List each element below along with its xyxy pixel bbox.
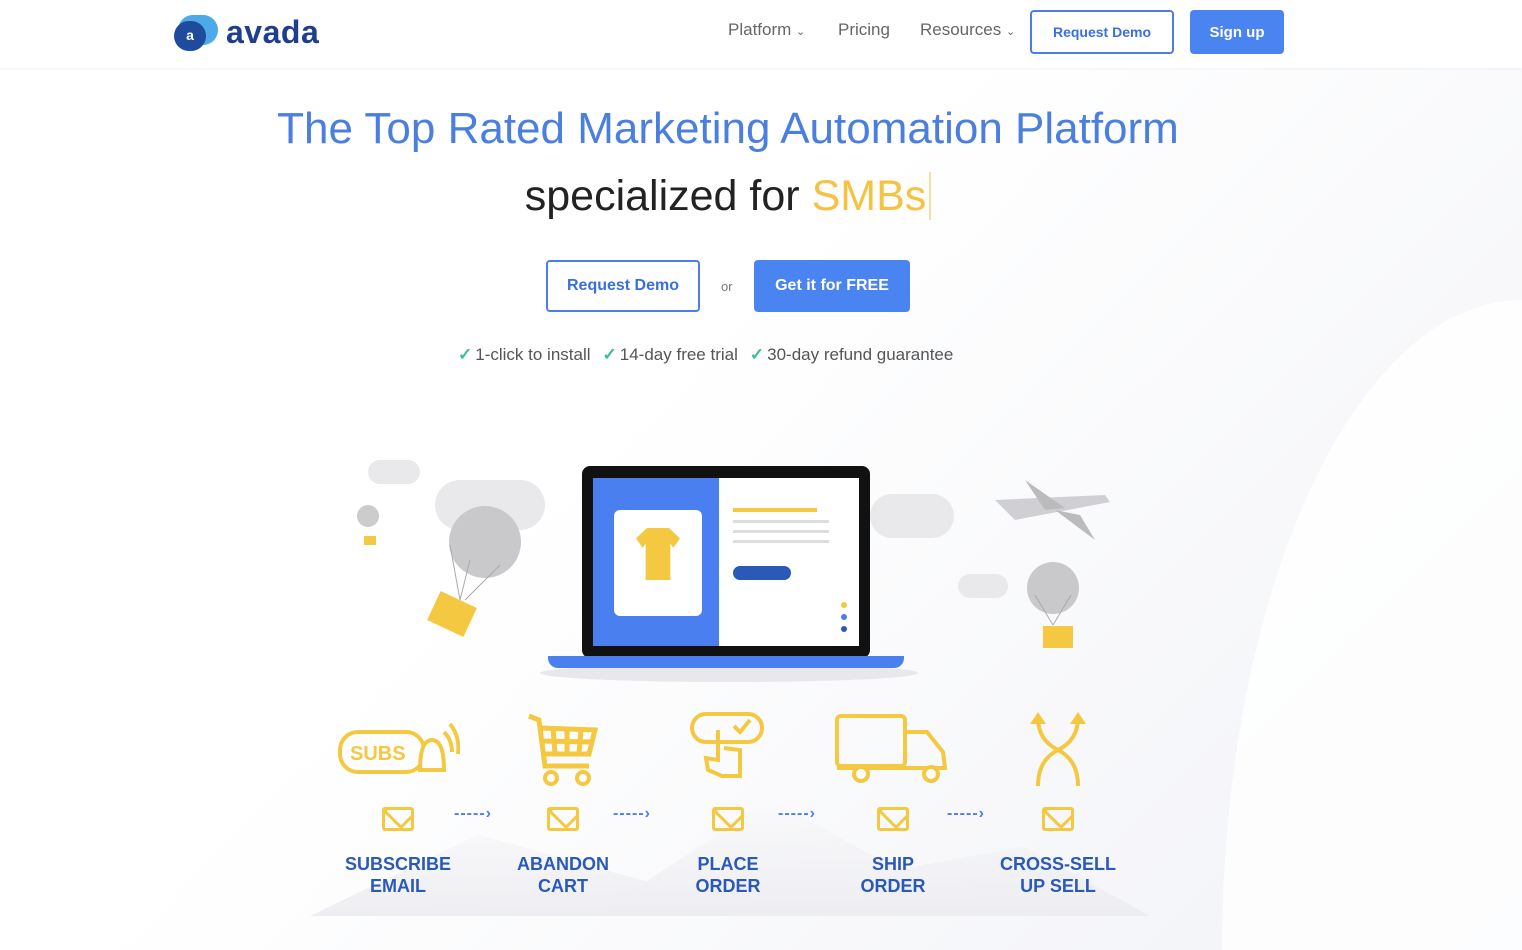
logo-cloud-icon: a <box>174 14 218 51</box>
cloud-icon <box>870 494 954 538</box>
cart-icon <box>483 705 643 795</box>
laptop-base <box>548 656 904 668</box>
subscribe-bell-icon: SUBS <box>318 705 478 795</box>
tshirt-icon <box>636 528 680 580</box>
nav-resources[interactable]: Resources ⌄ <box>920 20 1015 40</box>
email-icon <box>1042 807 1074 831</box>
signup-button[interactable]: Sign up <box>1190 10 1284 54</box>
dashed-arrow-icon: -----› <box>778 805 816 822</box>
top-nav: a avada Platform ⌄ Pricing Resources ⌄ R… <box>0 0 1522 68</box>
check-icon: ✓ <box>749 345 765 364</box>
get-free-button[interactable]: Get it for FREE <box>754 260 910 312</box>
email-icon <box>877 807 909 831</box>
email-icon <box>382 807 414 831</box>
stage-subscribe: SUBS SUBSCRIBE EMAIL <box>318 705 478 897</box>
hero-highlight: SMBs <box>811 172 932 220</box>
nav-platform[interactable]: Platform ⌄ <box>728 20 805 40</box>
check-item: ✓ 30-day refund guarantee <box>749 345 954 364</box>
email-icon <box>712 807 744 831</box>
request-demo-button[interactable]: Request Demo <box>546 260 700 312</box>
check-item: ✓ 14-day free trial <box>602 345 738 364</box>
feature-checks: ✓ 1-click to install ✓ 14-day free trial ✓… <box>458 345 953 365</box>
laptop-illustration <box>582 466 870 658</box>
stage-cross-sell: CROSS-SELL UP SELL <box>978 705 1138 897</box>
cloud-icon <box>368 460 420 484</box>
stage-ship-order: SHIP ORDER <box>813 705 973 897</box>
hero-title: The Top Rated Marketing Automation Platf… <box>277 104 1179 153</box>
add-to-cart-icon <box>733 566 791 580</box>
parachute-box-icon <box>357 505 521 637</box>
check-item: ✓ 1-click to install <box>458 345 591 364</box>
airplane-parachute-icon <box>995 480 1110 648</box>
chevron-down-icon: ⌄ <box>1006 26 1016 38</box>
chevron-down-icon: ⌄ <box>796 26 806 38</box>
nav-pricing[interactable]: Pricing <box>838 20 890 40</box>
email-icon <box>547 807 579 831</box>
or-text: or <box>721 279 733 294</box>
check-icon: ✓ <box>602 345 617 364</box>
background-curve <box>1222 300 1522 950</box>
logo-text: avada <box>226 14 320 50</box>
cross-arrows-icon <box>978 705 1138 795</box>
tap-order-icon <box>648 705 808 795</box>
logo[interactable]: a avada <box>174 14 319 51</box>
svg-text:SUBS: SUBS <box>350 743 406 765</box>
dashed-arrow-icon: -----› <box>613 805 651 822</box>
stage-abandon-cart: ABANDON CART <box>483 705 643 897</box>
check-icon: ✓ <box>458 345 473 364</box>
hero-subtitle: specialized for SMBs <box>0 172 1456 221</box>
product-card <box>614 510 702 616</box>
truck-icon <box>813 705 973 795</box>
stage-place-order: PLACE ORDER <box>648 705 808 897</box>
nav-request-demo-button[interactable]: Request Demo <box>1030 10 1174 54</box>
